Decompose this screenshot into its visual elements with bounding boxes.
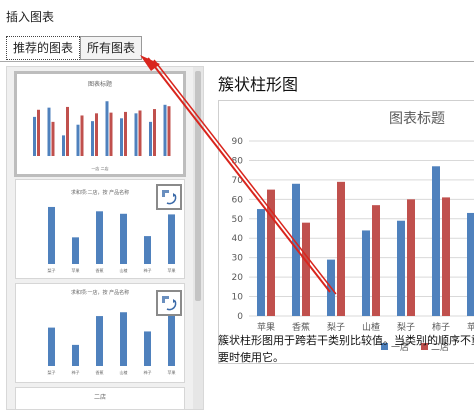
thumb-bar (109, 112, 113, 156)
y-tick-label: 80 (232, 156, 244, 166)
chart-thumbnail-sum-store1[interactable]: 求和项:一店，按 产品名称 梨子 柿子 香蕉 山楂 柿子 苹果 (15, 283, 185, 383)
y-tick-label: 10 (232, 293, 244, 303)
thumb-x-label: 梨子 (48, 267, 56, 273)
y-tick-label: 90 (232, 137, 244, 147)
bar-series2 (407, 199, 415, 316)
bar-series1 (467, 212, 474, 316)
thumb-bar (95, 113, 98, 156)
list-scrollbar-thumb[interactable] (195, 71, 201, 301)
thumb-bar (72, 344, 79, 366)
thumb-bar (163, 104, 167, 156)
thumbnail-title: 二店 (94, 393, 106, 401)
thumb-bar (72, 237, 79, 264)
tab-all-charts[interactable]: 所有图表 (80, 36, 143, 60)
bar-series2 (442, 197, 450, 316)
thumb-bar (144, 331, 151, 366)
chart-description: 簇状柱形图用于跨若干类别比较值。当类别的顺序不重要时使用它。 (218, 334, 474, 364)
thumb-bar (96, 211, 103, 264)
thumb-bar (80, 115, 84, 156)
thumb-bar (76, 124, 80, 156)
thumb-bar (48, 206, 55, 264)
bar-series1 (397, 220, 405, 316)
bar-series1 (257, 209, 265, 316)
thumb-bar (105, 101, 109, 156)
thumb-x-label: 香蕉 (96, 369, 104, 375)
tab-divider (0, 61, 474, 62)
thumb-bar (124, 111, 127, 156)
tab-recommended-charts[interactable]: 推荐的图表 (6, 36, 81, 60)
thumb-x-label: 苹果 (72, 267, 80, 273)
thumb-bar (134, 113, 138, 156)
y-tick-label: 20 (232, 273, 244, 283)
thumb-x-label: 柿子 (72, 369, 80, 375)
thumbnail-chart-1: 图表标题 一店 二店 (33, 80, 171, 171)
thumb-bar (138, 110, 142, 156)
bar-series1 (362, 230, 370, 316)
bar-series2 (337, 181, 345, 316)
thumbnail-legend: 一店 二店 (91, 165, 108, 171)
chart-preview: 图表标题 0102030405060708090 苹果香蕉梨子山楂梨子柿子苹果 … (218, 100, 474, 364)
tab-strip: 推荐的图表 所有图表 (0, 34, 474, 60)
thumb-bar (96, 316, 103, 366)
thumb-bar (120, 312, 127, 366)
thumb-bar (168, 214, 175, 264)
y-tick-label: 30 (232, 254, 244, 264)
chart-switch-icon[interactable] (156, 290, 182, 316)
thumbnail-title: 求和项:二店，按 产品名称 (71, 189, 129, 196)
thumb-bar (47, 107, 51, 156)
thumb-bar (91, 121, 94, 156)
y-tick-label: 60 (232, 195, 244, 205)
chart-preview-pane: 簇状柱形图 图表标题 0 10 20 30 40 50 60 70 80 90 苹果 香蕉 梨子 山楂梨… (210, 66, 474, 408)
thumb-x-label: 山楂 (120, 369, 128, 375)
preview-chart: 图表标题 0102030405060708090 苹果香蕉梨子山楂梨子柿子苹果 … (232, 111, 474, 353)
thumb-bar (33, 116, 36, 156)
bar-series2 (267, 189, 275, 316)
thumb-bar (120, 213, 127, 264)
thumb-x-label: 苹果 (168, 267, 176, 273)
chart-switch-icon[interactable] (156, 184, 182, 210)
bar-series2 (372, 205, 380, 316)
thumb-x-label: 香蕉 (96, 267, 104, 273)
thumb-bar (149, 121, 152, 156)
thumbnail-chart-4: 二店 (94, 393, 106, 401)
thumb-bar (168, 314, 175, 366)
chart-thumbnail-store2[interactable]: 二店 (15, 387, 185, 409)
thumb-x-label: 柿子 (144, 267, 152, 273)
thumb-bar (144, 236, 151, 264)
recommended-chart-list[interactable]: 图表标题 一店 二店 求和项:二店，按 产品名称 梨子 苹果 香蕉 山楂 柿子 苹果 求和… (6, 66, 204, 410)
chart-thumbnail-sum-store2[interactable]: 求和项:二店，按 产品名称 梨子 苹果 香蕉 山楂 柿子 苹果 (15, 179, 185, 279)
thumb-bar (37, 109, 40, 156)
bar-series1 (327, 259, 335, 316)
thumbnail-title: 图表标题 (88, 80, 112, 88)
thumb-x-label: 梨子 (48, 369, 56, 375)
dialog-title: 插入图表 (6, 10, 55, 24)
chart-type-name: 簇状柱形图 (218, 75, 299, 94)
dialog-titlebar: 插入图表 (0, 0, 474, 30)
chart-title: 图表标题 (389, 111, 445, 127)
thumb-x-label: 柿子 (144, 369, 152, 375)
y-tick-label: 50 (232, 215, 244, 225)
thumb-bar (153, 109, 156, 156)
chart-thumbnail-clustered-column[interactable]: 图表标题 一店 二店 (14, 71, 186, 177)
y-tick-label: 0 (237, 312, 243, 322)
bar-series1 (292, 183, 300, 316)
thumbnail-title: 求和项:一店，按 产品名称 (71, 289, 129, 296)
bar-series1 (432, 166, 440, 316)
thumb-bar (62, 135, 65, 156)
thumb-bar (167, 106, 171, 156)
y-tick-label: 40 (232, 234, 244, 244)
thumb-x-label: 山楂 (120, 267, 128, 273)
thumb-bar (120, 118, 123, 156)
thumb-bar (51, 121, 55, 156)
thumb-bar (66, 106, 69, 156)
bar-series2 (302, 222, 310, 316)
y-tick-label: 70 (232, 176, 244, 186)
thumb-bar (48, 327, 55, 366)
thumb-x-label: 苹果 (168, 369, 176, 375)
